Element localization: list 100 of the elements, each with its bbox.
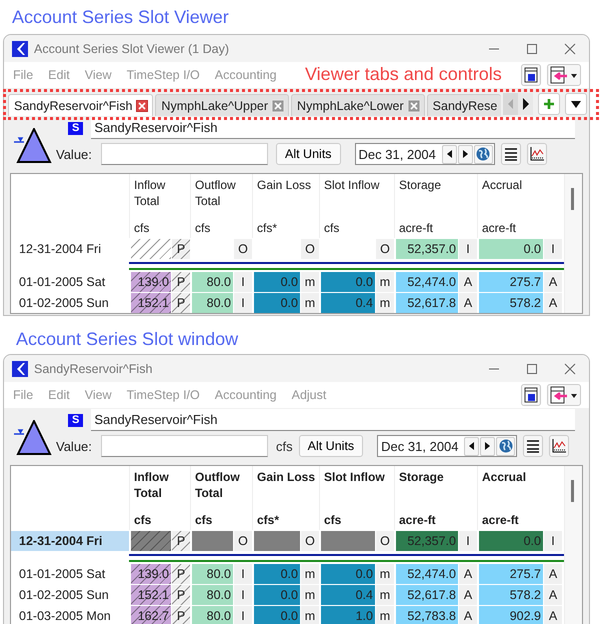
toolbar-button[interactable] — [521, 384, 541, 406]
table-cell: 0.0 — [479, 531, 543, 551]
scrollbar-thumb[interactable] — [571, 480, 574, 502]
alt-units-button[interactable]: Alt Units — [276, 143, 341, 165]
slot-name-field[interactable]: SandyReservoir^Fish — [91, 409, 575, 431]
maximize-icon[interactable] — [526, 42, 538, 54]
flag-cell: A — [544, 564, 562, 584]
close-tab-icon[interactable] — [136, 100, 148, 112]
table-cell: 80.0 — [192, 564, 233, 584]
flag-cell: m — [376, 606, 394, 624]
list-view-button[interactable] — [523, 435, 544, 457]
value-field[interactable] — [101, 143, 268, 165]
flag-cell: P — [172, 531, 190, 551]
plot-button[interactable] — [526, 143, 547, 165]
row-date[interactable]: 12-31-2004 Fri — [11, 239, 129, 259]
app-logo-icon — [12, 40, 28, 56]
next-date-button[interactable] — [480, 436, 496, 456]
tab-label: SandyRese — [432, 98, 498, 112]
flag-cell: I — [459, 239, 477, 259]
globe-button[interactable] — [496, 436, 516, 456]
toolbar-button[interactable] — [521, 64, 541, 86]
flag-cell: I — [459, 531, 477, 551]
column-header: Outflow — [195, 177, 237, 193]
table-cell: 0.4 — [321, 585, 375, 605]
column-units: cfs — [195, 220, 212, 236]
table-cell: 0.0 — [254, 293, 300, 313]
tab[interactable]: NymphLake^Lower — [291, 94, 425, 116]
table-cell: 52,783.8 — [396, 606, 458, 624]
add-tab-button[interactable] — [538, 93, 560, 115]
slot-name-field[interactable]: SandyReservoir^Fish — [91, 117, 575, 139]
date-field[interactable]: Dec 31, 2004 — [354, 143, 495, 165]
column-units: cfs — [195, 512, 214, 528]
flag-cell: m — [301, 585, 319, 605]
flag-cell: m — [376, 585, 394, 605]
window-title: Account Series Slot Viewer (1 Day) — [34, 42, 230, 56]
table-cell: 275.7 — [479, 272, 543, 292]
flag-cell: O — [301, 239, 319, 259]
list-view-button[interactable] — [500, 143, 521, 165]
tab-label: NymphLake^Lower — [297, 98, 404, 112]
column-header: Gain Loss — [257, 177, 312, 193]
previous-date-button[interactable] — [464, 436, 480, 456]
date-field[interactable]: Dec 31, 2004 — [377, 435, 518, 457]
left-triangle-icon — [468, 441, 476, 451]
flag-cell: m — [301, 293, 319, 313]
plot-button[interactable] — [549, 435, 570, 457]
row-date[interactable]: 01-01-2005 Sat — [11, 272, 129, 292]
column-units: acre-ft — [482, 220, 518, 236]
flag-cell: I — [234, 606, 252, 624]
row-date[interactable]: 12-31-2004 Fri — [11, 531, 129, 551]
flag-cell: m — [376, 272, 394, 292]
column-units: acre-ft — [482, 512, 520, 528]
flag-cell: I — [544, 531, 562, 551]
tab[interactable]: SandyReservoir^Fish — [8, 94, 154, 116]
flag-cell: A — [544, 272, 562, 292]
row-date[interactable]: 01-02-2005 Sun — [11, 585, 129, 605]
flag-cell: P — [172, 293, 190, 313]
window-icon — [524, 387, 538, 403]
row-date[interactable]: 01-01-2005 Sat — [11, 564, 129, 584]
row-date[interactable]: 01-02-2005 Sun — [11, 293, 129, 313]
close-icon[interactable] — [564, 362, 576, 374]
column-header: Inflow — [134, 469, 170, 485]
flag-cell: I — [234, 293, 252, 313]
flag-cell: O — [376, 239, 394, 259]
table-cell: 275.7 — [479, 564, 543, 584]
tab-menu-button[interactable] — [565, 93, 588, 115]
row-date[interactable]: 01-03-2005 Mon — [11, 606, 129, 624]
column-header: Total — [134, 485, 163, 501]
close-icon[interactable] — [564, 42, 576, 54]
table-cell: 0.0 — [254, 585, 300, 605]
close-tab-icon[interactable] — [408, 100, 420, 112]
scroll-right-icon[interactable] — [518, 93, 534, 115]
restore-arrow-icon — [550, 386, 578, 404]
value-field[interactable] — [101, 435, 268, 457]
flag-cell: I — [234, 564, 252, 584]
close-tab-icon[interactable] — [272, 100, 284, 112]
column-header: Total — [134, 193, 160, 209]
maximize-icon[interactable] — [526, 362, 538, 374]
flag-cell: P — [172, 239, 190, 259]
plus-icon — [543, 98, 556, 110]
table-cell: 578.2 — [479, 293, 543, 313]
globe-button[interactable] — [474, 144, 493, 164]
alt-units-button[interactable]: Alt Units — [298, 435, 364, 457]
column-header: Inflow — [134, 177, 166, 193]
tab[interactable]: NymphLake^Upper — [155, 94, 290, 116]
value-label: Value: — [56, 438, 93, 454]
window-icon — [524, 67, 538, 83]
column-header: Slot Inflow — [324, 177, 380, 193]
flag-cell: A — [544, 606, 562, 624]
previous-date-button[interactable] — [442, 144, 457, 164]
next-date-button[interactable] — [458, 144, 473, 164]
right-triangle-icon — [484, 441, 492, 451]
toolbar-button[interactable] — [547, 64, 581, 86]
table-cell: 152.1 — [131, 585, 171, 605]
table-cell: 80.0 — [192, 272, 233, 292]
flag-cell: P — [172, 272, 190, 292]
table-cell: 52,617.8 — [396, 293, 458, 313]
toolbar-button[interactable] — [547, 384, 581, 406]
scrollbar-thumb[interactable] — [571, 188, 574, 210]
tab[interactable]: SandyRese — [426, 94, 502, 116]
flag-cell: m — [301, 272, 319, 292]
